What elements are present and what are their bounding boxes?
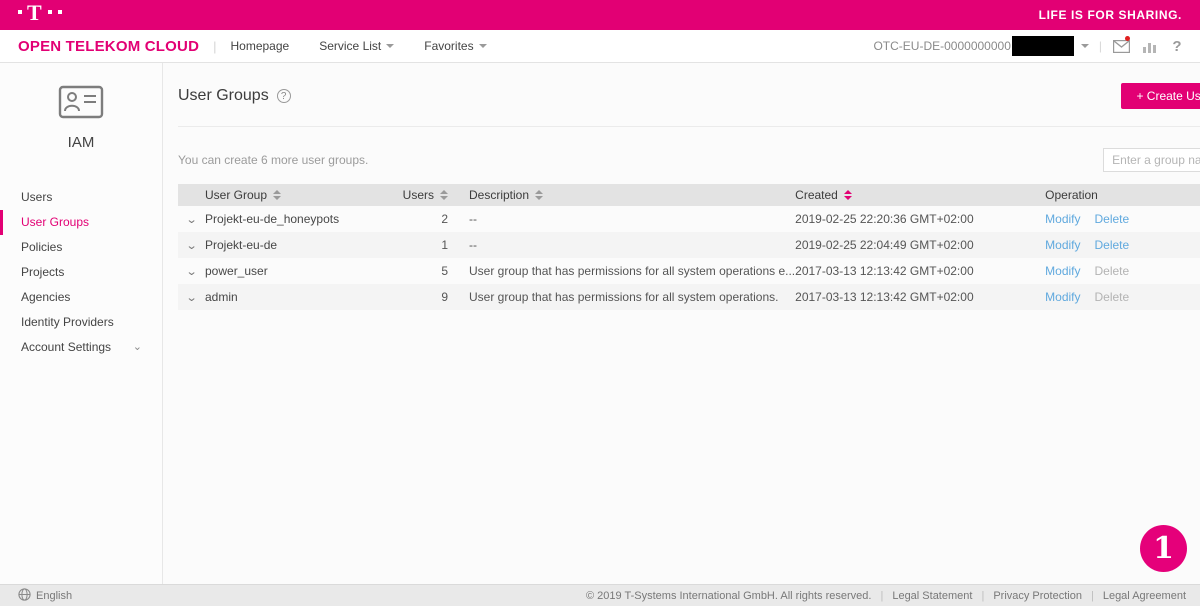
create-user-group-button[interactable]: + Create User Group xyxy=(1121,83,1200,109)
help-icon[interactable]: ? xyxy=(1168,38,1186,54)
sidebar-item-account-settings[interactable]: Account Settings ⌄ xyxy=(0,335,162,360)
col-header-users: Users xyxy=(403,188,434,202)
col-header-user-group: User Group xyxy=(205,188,267,202)
col-header-created: Created xyxy=(795,188,838,202)
group-description: User group that has permissions for all … xyxy=(460,264,795,278)
page-help-icon[interactable]: ? xyxy=(277,89,291,103)
modify-link[interactable]: Modify xyxy=(1045,212,1080,226)
group-description: -- xyxy=(460,238,795,252)
group-user-count: 1 xyxy=(405,238,448,252)
copyright-text: © 2019 T-Systems International GmbH. All… xyxy=(586,590,871,602)
table-row: ⌄ admin 9 User group that has permission… xyxy=(178,284,1200,310)
notification-dot xyxy=(1125,36,1130,41)
sidebar-item-projects[interactable]: Projects xyxy=(0,260,162,285)
sidebar-item-users[interactable]: Users xyxy=(0,185,162,210)
chevron-down-icon: ⌄ xyxy=(133,335,142,360)
account-id: OTC-EU-DE-0000000000 xyxy=(873,39,1010,53)
nav-service-list[interactable]: Service List xyxy=(319,39,394,53)
group-user-count: 2 xyxy=(405,212,448,226)
modify-link[interactable]: Modify xyxy=(1045,264,1080,278)
table-header-row: User Group Users Description Created Ope… xyxy=(178,184,1200,206)
caret-down-icon xyxy=(479,44,487,48)
sort-description[interactable] xyxy=(535,190,543,200)
sidebar-item-agencies[interactable]: Agencies xyxy=(0,285,162,310)
delete-link-disabled: Delete xyxy=(1095,264,1130,278)
group-search xyxy=(1103,148,1200,172)
user-groups-table: User Group Users Description Created Ope… xyxy=(178,184,1200,310)
annotation-step-badge: 1 xyxy=(1140,525,1187,572)
user-groups-page: User Groups ? + Create User Group You ca… xyxy=(163,63,1200,584)
sidebar-item-policies[interactable]: Policies xyxy=(0,235,162,260)
group-user-count: 9 xyxy=(405,290,448,304)
delete-link[interactable]: Delete xyxy=(1095,238,1130,252)
group-created: 2019-02-25 22:04:49 GMT+02:00 xyxy=(795,238,1045,252)
group-name: admin xyxy=(205,290,405,304)
telekom-logo[interactable]: T xyxy=(18,5,62,25)
group-user-count: 5 xyxy=(405,264,448,278)
header-nav: Homepage Service List Favorites xyxy=(231,39,487,53)
page-title: User Groups xyxy=(178,87,269,105)
group-name: Projekt-eu-de xyxy=(205,238,405,252)
redacted-account-name xyxy=(1012,36,1074,56)
resources-chart-icon[interactable] xyxy=(1140,38,1158,54)
expand-row-icon[interactable]: ⌄ xyxy=(186,265,198,278)
header-divider: | xyxy=(1099,39,1102,53)
iam-service-icon xyxy=(58,85,104,122)
expand-row-icon[interactable]: ⌄ xyxy=(186,213,198,226)
otc-brand-title[interactable]: OPEN TELEKOM CLOUD xyxy=(18,38,199,55)
sidebar-item-user-groups[interactable]: User Groups xyxy=(0,210,162,235)
app-header: OPEN TELEKOM CLOUD | Homepage Service Li… xyxy=(0,30,1200,63)
sidebar-item-identity-providers[interactable]: Identity Providers xyxy=(0,310,162,335)
legal-statement-link[interactable]: Legal Statement xyxy=(892,590,972,602)
modify-link[interactable]: Modify xyxy=(1045,238,1080,252)
messages-icon[interactable] xyxy=(1112,38,1130,54)
group-created: 2017-03-13 12:13:42 GMT+02:00 xyxy=(795,290,1045,304)
iam-sidebar: IAM Users User Groups Policies Projects … xyxy=(0,63,163,584)
group-description: -- xyxy=(460,212,795,226)
privacy-protection-link[interactable]: Privacy Protection xyxy=(993,590,1082,602)
header-separator: | xyxy=(213,39,216,54)
table-row: ⌄ Projekt-eu-de 1 -- 2019-02-25 22:04:49… xyxy=(178,232,1200,258)
group-created: 2017-03-13 12:13:42 GMT+02:00 xyxy=(795,264,1045,278)
top-brand-bar: T LIFE IS FOR SHARING. xyxy=(0,0,1200,30)
logo-dot xyxy=(48,10,52,14)
caret-down-icon xyxy=(1081,44,1089,48)
service-name: IAM xyxy=(0,134,162,151)
sort-users[interactable] xyxy=(440,190,448,200)
caret-down-icon xyxy=(386,44,394,48)
modify-link[interactable]: Modify xyxy=(1045,290,1080,304)
delete-link-disabled: Delete xyxy=(1095,290,1130,304)
group-description: User group that has permissions for all … xyxy=(460,290,795,304)
logo-t-letter: T xyxy=(27,5,42,21)
expand-row-icon[interactable]: ⌄ xyxy=(186,239,198,252)
group-name: power_user xyxy=(205,264,405,278)
group-created: 2019-02-25 22:20:36 GMT+02:00 xyxy=(795,212,1045,226)
page-footer: English © 2019 T-Systems International G… xyxy=(0,584,1200,606)
globe-icon xyxy=(18,588,31,604)
language-selector[interactable]: English xyxy=(18,588,72,604)
table-row: ⌄ Projekt-eu-de_honeypots 2 -- 2019-02-2… xyxy=(178,206,1200,232)
account-selector[interactable]: OTC-EU-DE-0000000000 xyxy=(873,36,1088,56)
nav-homepage[interactable]: Homepage xyxy=(231,39,290,53)
quota-hint: You can create 6 more user groups. xyxy=(178,153,368,167)
col-header-description: Description xyxy=(469,188,529,202)
col-header-operation: Operation xyxy=(1045,188,1098,202)
delete-link[interactable]: Delete xyxy=(1095,212,1130,226)
sort-created[interactable] xyxy=(844,190,852,200)
sort-user-group[interactable] xyxy=(273,190,281,200)
language-label: English xyxy=(36,590,72,602)
group-search-input[interactable] xyxy=(1104,149,1200,171)
table-row: ⌄ power_user 5 User group that has permi… xyxy=(178,258,1200,284)
expand-row-icon[interactable]: ⌄ xyxy=(186,291,198,304)
brand-slogan: LIFE IS FOR SHARING. xyxy=(1039,8,1182,22)
title-divider xyxy=(178,126,1200,127)
logo-dot xyxy=(58,10,62,14)
logo-dot xyxy=(18,10,22,14)
nav-favorites[interactable]: Favorites xyxy=(424,39,486,53)
legal-agreement-link[interactable]: Legal Agreement xyxy=(1103,590,1186,602)
group-name: Projekt-eu-de_honeypots xyxy=(205,212,405,226)
